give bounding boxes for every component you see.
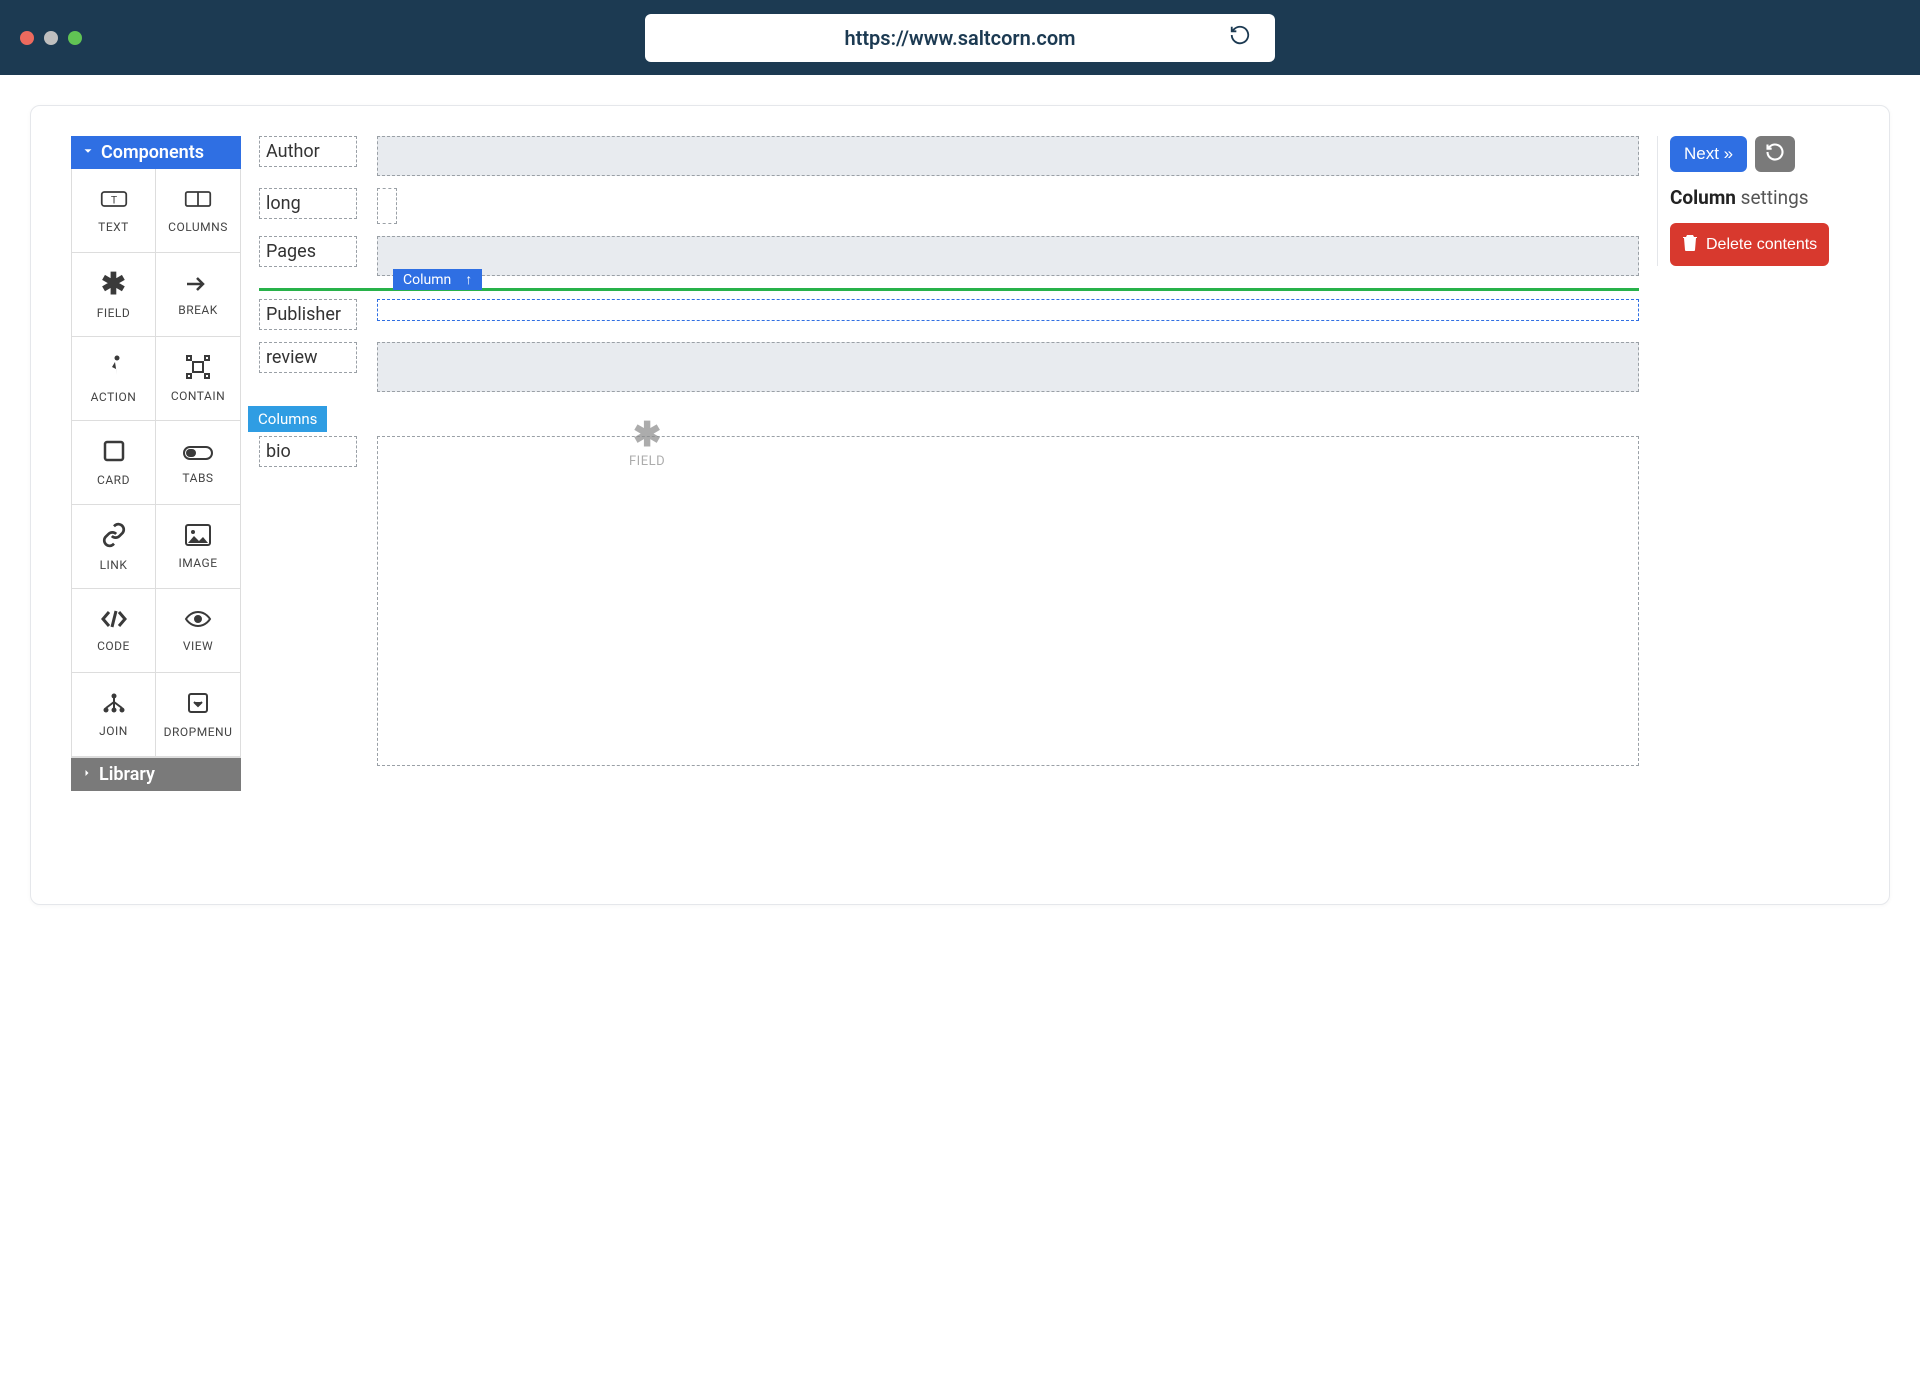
eye-icon bbox=[184, 609, 212, 633]
join-icon bbox=[101, 692, 127, 718]
refresh-icon[interactable] bbox=[1229, 24, 1251, 51]
component-field[interactable]: ✱ FIELD bbox=[72, 253, 156, 337]
undo-icon bbox=[1765, 142, 1785, 167]
library-header-label: Library bbox=[99, 764, 155, 785]
field-label: Author bbox=[259, 136, 357, 167]
component-label: TABS bbox=[182, 471, 213, 485]
image-icon bbox=[185, 524, 211, 550]
component-card[interactable]: CARD bbox=[72, 421, 156, 505]
minimize-window-icon[interactable] bbox=[44, 31, 58, 45]
component-label: DROPMENU bbox=[164, 725, 233, 739]
link-icon bbox=[101, 522, 127, 552]
columns-chip[interactable]: Columns bbox=[248, 406, 327, 432]
field-value-slot[interactable] bbox=[377, 342, 1639, 392]
component-dropmenu[interactable]: DROPMENU bbox=[156, 673, 240, 757]
dropmenu-icon bbox=[186, 691, 210, 719]
component-label: ACTION bbox=[91, 390, 137, 404]
contain-icon bbox=[185, 355, 211, 383]
component-label: VIEW bbox=[183, 639, 213, 653]
library-header[interactable]: Library bbox=[71, 758, 241, 791]
field-value-slot[interactable] bbox=[377, 236, 1639, 276]
component-label: FIELD bbox=[97, 306, 131, 320]
selected-column-slot[interactable] bbox=[377, 299, 1639, 321]
asterisk-icon: ✱ bbox=[101, 270, 126, 300]
component-label: BREAK bbox=[178, 303, 218, 317]
maximize-window-icon[interactable] bbox=[68, 31, 82, 45]
component-view[interactable]: VIEW bbox=[156, 589, 240, 673]
undo-button[interactable] bbox=[1755, 136, 1795, 172]
component-tabs[interactable]: TABS bbox=[156, 421, 240, 505]
field-label: long bbox=[259, 188, 357, 219]
dragged-field-ghost: ✱ FIELD bbox=[629, 418, 665, 469]
editor-card: Components T TEXT COLUMNS bbox=[30, 105, 1890, 905]
canvas[interactable]: Author long Pages Column ↑ bbox=[259, 136, 1639, 766]
component-break[interactable]: BREAK bbox=[156, 253, 240, 337]
components-header[interactable]: Components bbox=[71, 136, 241, 169]
field-label: review bbox=[259, 342, 357, 373]
text-icon: T bbox=[100, 188, 128, 214]
component-label: JOIN bbox=[99, 724, 128, 738]
component-action[interactable]: ACTION bbox=[72, 337, 156, 421]
chevron-right-icon bbox=[81, 767, 93, 783]
checkbox-slot[interactable] bbox=[377, 188, 397, 224]
break-icon bbox=[185, 273, 211, 297]
drop-indicator: Column ↑ bbox=[259, 288, 1639, 291]
columns-chip-label: Columns bbox=[258, 410, 317, 428]
row-bio[interactable]: bio bbox=[259, 436, 1639, 766]
component-link[interactable]: LINK bbox=[72, 505, 156, 589]
component-label: CODE bbox=[97, 639, 130, 653]
running-icon bbox=[102, 354, 126, 384]
settings-title: Column settings bbox=[1670, 186, 1849, 209]
window-controls bbox=[20, 31, 82, 45]
row-long[interactable]: long bbox=[259, 188, 1639, 224]
components-header-label: Components bbox=[101, 142, 204, 163]
component-label: LINK bbox=[100, 558, 128, 572]
ghost-label: FIELD bbox=[629, 454, 665, 469]
tabs-icon bbox=[183, 441, 213, 465]
url-bar[interactable]: https://www.saltcorn.com bbox=[645, 14, 1275, 62]
trash-icon bbox=[1682, 233, 1698, 256]
delete-contents-button[interactable]: Delete contents bbox=[1670, 223, 1829, 266]
card-icon bbox=[102, 439, 126, 467]
delete-button-label: Delete contents bbox=[1706, 236, 1817, 254]
component-join[interactable]: JOIN bbox=[72, 673, 156, 757]
component-label: CONTAIN bbox=[171, 389, 225, 403]
settings-title-rest: settings bbox=[1736, 186, 1809, 209]
empty-drop-zone[interactable] bbox=[377, 436, 1639, 766]
chevron-down-icon bbox=[81, 144, 95, 162]
component-label: CARD bbox=[97, 473, 130, 487]
columns-icon bbox=[184, 188, 212, 214]
field-value-slot[interactable] bbox=[377, 136, 1639, 176]
field-label: bio bbox=[259, 436, 357, 467]
close-window-icon[interactable] bbox=[20, 31, 34, 45]
components-panel: Components T TEXT COLUMNS bbox=[71, 136, 241, 791]
url-text: https://www.saltcorn.com bbox=[844, 26, 1075, 50]
component-text[interactable]: T TEXT bbox=[72, 169, 156, 253]
next-button[interactable]: Next » bbox=[1670, 136, 1747, 172]
component-contain[interactable]: CONTAIN bbox=[156, 337, 240, 421]
code-icon bbox=[100, 609, 128, 633]
column-tag-label: Column bbox=[403, 272, 451, 288]
component-label: COLUMNS bbox=[168, 220, 228, 234]
row-review[interactable]: review bbox=[259, 342, 1639, 392]
settings-panel: Next » Column settings Delete conte bbox=[1657, 136, 1849, 266]
browser-chrome: https://www.saltcorn.com bbox=[0, 0, 1920, 75]
component-columns[interactable]: COLUMNS bbox=[156, 169, 240, 253]
component-image[interactable]: IMAGE bbox=[156, 505, 240, 589]
arrow-up-icon[interactable]: ↑ bbox=[465, 271, 472, 288]
field-label: Pages bbox=[259, 236, 357, 267]
component-code[interactable]: CODE bbox=[72, 589, 156, 673]
component-label: IMAGE bbox=[178, 556, 217, 570]
settings-title-strong: Column bbox=[1670, 186, 1736, 209]
field-label: Publisher bbox=[259, 299, 357, 330]
svg-text:T: T bbox=[110, 193, 117, 206]
row-publisher[interactable]: Publisher bbox=[259, 299, 1639, 330]
column-tag[interactable]: Column ↑ bbox=[393, 269, 482, 290]
row-author[interactable]: Author bbox=[259, 136, 1639, 176]
components-grid: T TEXT COLUMNS ✱ FIELD bbox=[71, 169, 241, 758]
component-label: TEXT bbox=[98, 220, 129, 234]
next-button-label: Next » bbox=[1684, 144, 1733, 163]
asterisk-icon: ✱ bbox=[633, 418, 662, 452]
